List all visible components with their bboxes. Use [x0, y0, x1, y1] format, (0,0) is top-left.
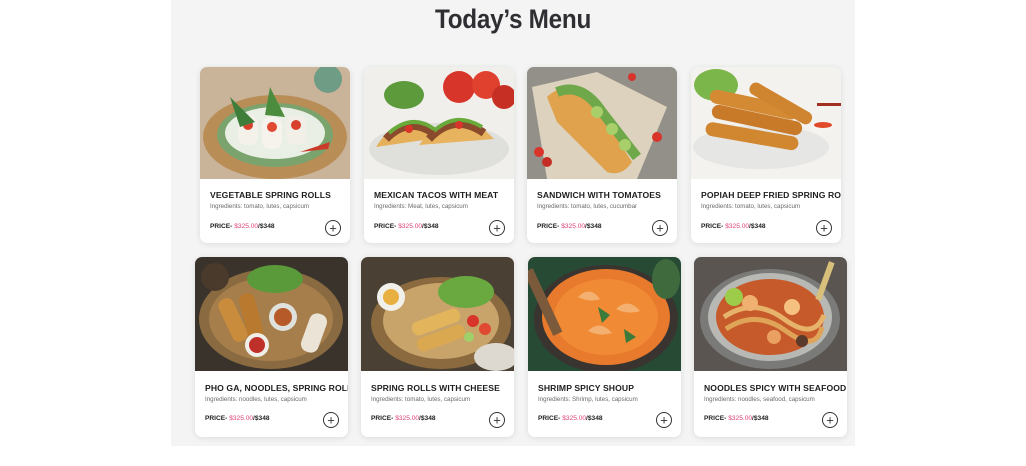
plus-circle-icon: +: [660, 412, 668, 427]
item-name: SPRING ROLLS WITH CHEESE: [371, 383, 500, 393]
plus-circle-icon: +: [329, 220, 337, 235]
item-ingredients: Ingredients: tomato, lutes, capsicum: [701, 203, 801, 210]
item-price: PRICE- $325.00/$348: [537, 223, 602, 230]
plus-circle-icon: +: [493, 220, 501, 235]
item-ingredients: Ingredients: Shrimp, lutes, capsicum: [538, 396, 638, 403]
menu-card-popiah-spring-rolls[interactable]: POPIAH DEEP FRIED SPRING ROLLS Ingredien…: [691, 67, 841, 243]
item-price: PRICE- $325.00/$348: [704, 415, 769, 422]
item-price: PRICE- $325.00/$348: [374, 223, 439, 230]
add-to-cart-button[interactable]: +: [652, 220, 668, 236]
plus-circle-icon: +: [656, 220, 664, 235]
food-photo: [694, 257, 847, 371]
add-to-cart-button[interactable]: +: [816, 220, 832, 236]
item-ingredients: Ingredients: tomato, lutes, capsicum: [210, 203, 310, 210]
food-photo: [200, 67, 350, 179]
item-name: PHO GA, NOODLES, SPRING ROLLS: [205, 383, 348, 393]
add-to-cart-button[interactable]: +: [489, 412, 505, 428]
food-photo: [195, 257, 348, 371]
item-price: PRICE- $325.00/$348: [538, 415, 603, 422]
plus-circle-icon: +: [327, 412, 335, 427]
page-title: Today’s Menu: [434, 4, 592, 34]
menu-card-noodles-seafood[interactable]: NOODLES SPICY WITH SEAFOOD Ingredients: …: [694, 257, 847, 437]
menu-card-pho-ga[interactable]: PHO GA, NOODLES, SPRING ROLLS Ingredient…: [195, 257, 348, 437]
menu-card-mexican-tacos[interactable]: MEXICAN TACOS WITH MEAT Ingredients: Mea…: [364, 67, 514, 243]
food-photo: [364, 67, 514, 179]
food-photo: [691, 67, 841, 179]
plus-circle-icon: +: [820, 220, 828, 235]
food-photo: [361, 257, 514, 371]
food-photo: [527, 67, 677, 179]
item-ingredients: Ingredients: noodles, seafood, capsicum: [704, 396, 815, 403]
add-to-cart-button[interactable]: +: [323, 412, 339, 428]
item-price: PRICE- $325.00/$348: [701, 223, 766, 230]
menu-card-sandwich-tomatoes[interactable]: SANDWICH WITH TOMATOES Ingredients: toma…: [527, 67, 677, 243]
item-name: NOODLES SPICY WITH SEAFOOD: [704, 383, 847, 393]
add-to-cart-button[interactable]: +: [325, 220, 341, 236]
item-price: PRICE- $325.00/$348: [371, 415, 436, 422]
item-ingredients: Ingredients: noodles, lutes, capsicum: [205, 396, 307, 403]
add-to-cart-button[interactable]: +: [489, 220, 505, 236]
item-name: SANDWICH WITH TOMATOES: [537, 190, 661, 200]
item-ingredients: Ingredients: tomato, lutes, cucumbar: [537, 203, 638, 210]
menu-card-spring-rolls-cheese[interactable]: SPRING ROLLS WITH CHEESE Ingredients: to…: [361, 257, 514, 437]
food-photo: [528, 257, 681, 371]
add-to-cart-button[interactable]: +: [656, 412, 672, 428]
item-name: VEGETABLE SPRING ROLLS: [210, 190, 331, 200]
item-name: SHRIMP SPICY SHOUP: [538, 383, 635, 393]
plus-circle-icon: +: [493, 412, 501, 427]
item-price: PRICE- $325.00/$348: [210, 223, 275, 230]
menu-card-vegetable-spring-rolls[interactable]: VEGETABLE SPRING ROLLS Ingredients: toma…: [200, 67, 350, 243]
item-name: POPIAH DEEP FRIED SPRING ROLLS: [701, 190, 841, 200]
add-to-cart-button[interactable]: +: [822, 412, 838, 428]
item-ingredients: Ingredients: tomato, lutes, capsicum: [371, 396, 471, 403]
menu-card-shrimp-spicy-soup[interactable]: SHRIMP SPICY SHOUP Ingredients: Shrimp, …: [528, 257, 681, 437]
item-price: PRICE- $325.00/$348: [205, 415, 270, 422]
item-name: MEXICAN TACOS WITH MEAT: [374, 190, 499, 200]
item-ingredients: Ingredients: Meat, lutes, capsicum: [374, 203, 468, 210]
plus-circle-icon: +: [826, 412, 834, 427]
